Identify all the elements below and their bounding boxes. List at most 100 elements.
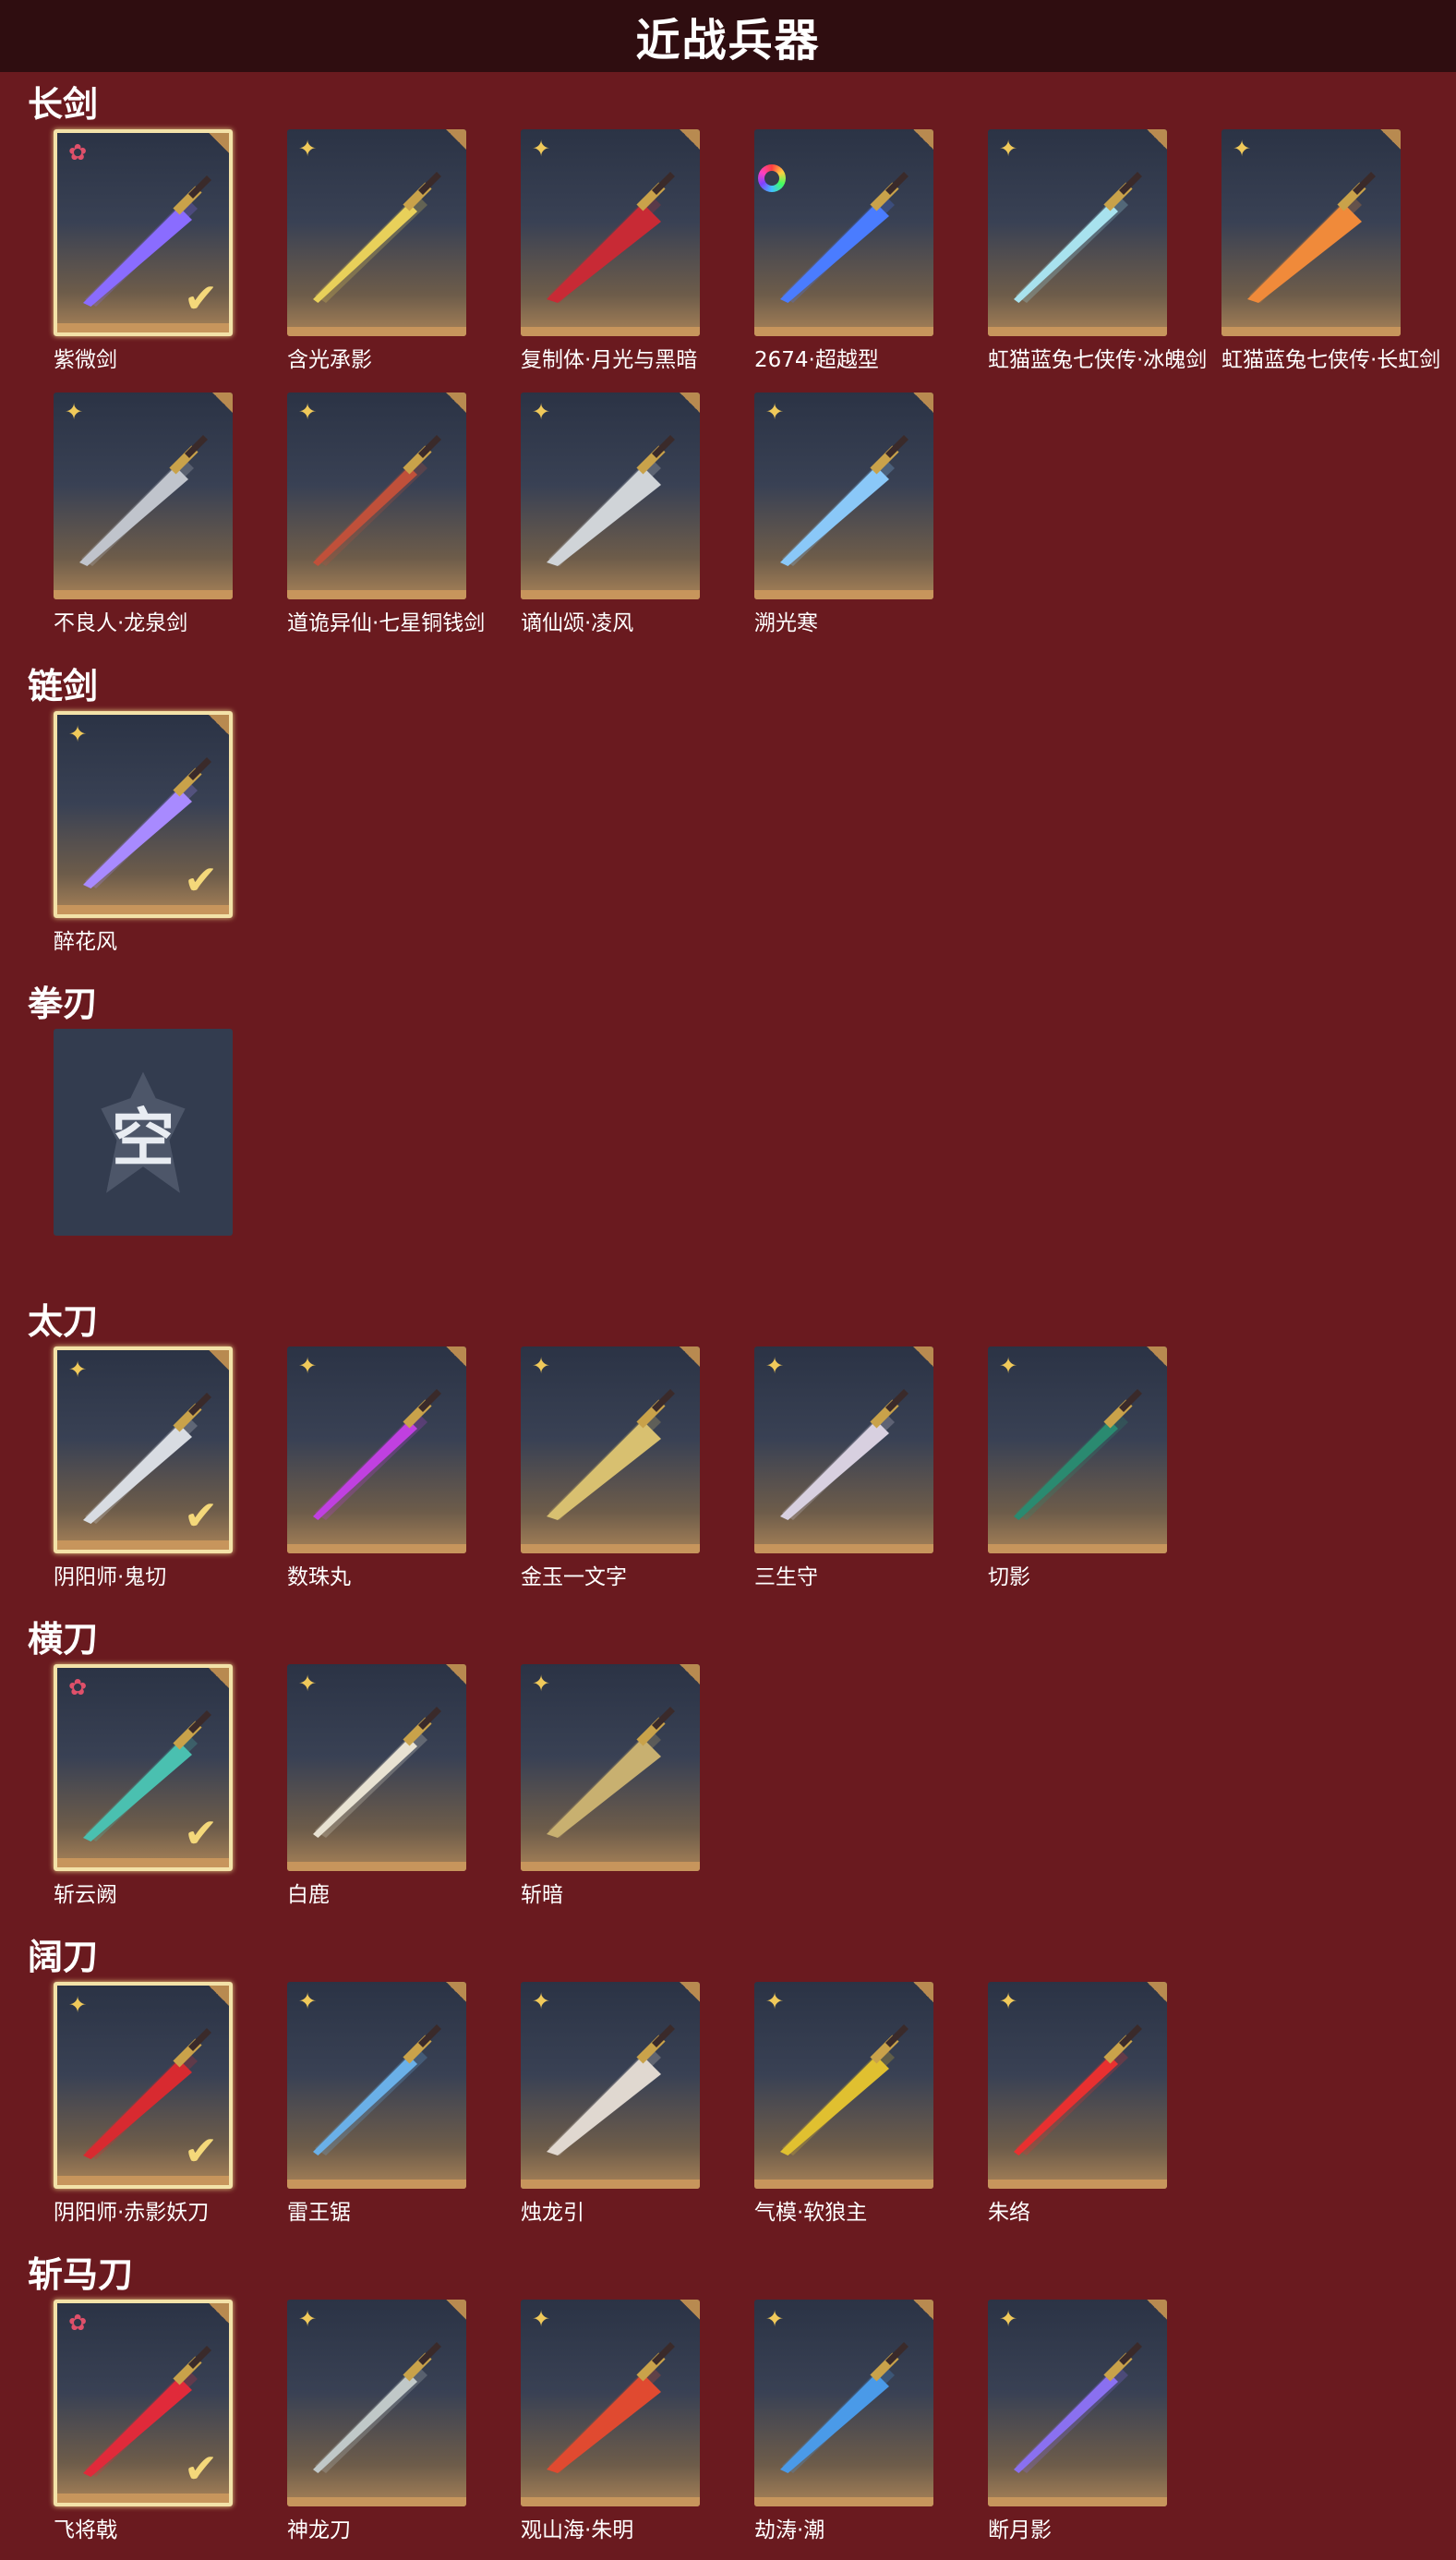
gold-star-icon: ✦ (531, 399, 551, 425)
weapon-image (1014, 2342, 1142, 2473)
weapon-name: 醉花风 (54, 930, 117, 954)
weapon-image (780, 435, 908, 566)
weapon-name: 溯光寒 (754, 611, 818, 635)
weapon-name: 复制体·月光与黑暗 (521, 348, 698, 372)
weapon-image (313, 435, 441, 566)
weapon-card[interactable]: ✦ (287, 392, 466, 599)
gold-star-icon: ✦ (531, 1671, 551, 1697)
weapon-card[interactable]: ✦ (754, 1982, 933, 2189)
weapon-card[interactable]: ✦ (1221, 129, 1401, 336)
weapon-image (313, 2024, 441, 2155)
weapon-card[interactable]: ✦ (521, 129, 700, 336)
corner-tab-icon (680, 2300, 700, 2320)
weapon-card[interactable]: ✦ (988, 2300, 1167, 2506)
weapon-name: 斩云阙 (54, 1883, 117, 1907)
weapon-image (780, 172, 908, 303)
corner-tab-icon (680, 1982, 700, 2002)
corner-tab-icon (209, 133, 229, 153)
weapon-card[interactable]: ✦ (988, 1346, 1167, 1553)
weapon-card[interactable]: ✦ (754, 1346, 933, 1553)
weapon-card[interactable]: ✦ (287, 1664, 466, 1871)
gold-star-icon: ✦ (531, 2306, 551, 2332)
red-star-icon: ✿ (67, 139, 88, 165)
corner-tab-icon (913, 392, 933, 413)
section-title: 横刀 (28, 1619, 99, 1660)
weapon-card[interactable]: ✦ ✔ (54, 1346, 233, 1553)
gold-star-icon: ✦ (67, 1992, 88, 2018)
weapon-name: 朱络 (988, 2201, 1030, 2225)
gold-star-icon: ✦ (764, 1988, 785, 2014)
weapon-name: 白鹿 (287, 1883, 330, 1907)
equipped-check-icon: ✔ (184, 857, 218, 904)
weapon-card[interactable]: ✿ ✔ (54, 1664, 233, 1871)
weapon-name: 数珠丸 (287, 1565, 351, 1589)
gold-star-icon: ✦ (531, 1988, 551, 2014)
corner-tab-icon (209, 1350, 229, 1371)
weapon-card[interactable]: ✦ (521, 2300, 700, 2506)
weapon-name: 神龙刀 (287, 2518, 351, 2542)
gold-star-icon: ✦ (297, 136, 318, 162)
weapon-card[interactable]: ✿ ✔ (54, 129, 233, 336)
empty-slot[interactable]: 空 (54, 1029, 233, 1236)
equipped-check-icon: ✔ (184, 2445, 218, 2493)
weapon-image (780, 2342, 908, 2473)
weapon-name: 紫微剑 (54, 348, 117, 372)
corner-tab-icon (680, 129, 700, 150)
equipped-check-icon: ✔ (184, 1810, 218, 1857)
weapon-image (1014, 2024, 1142, 2155)
weapon-image (780, 1389, 908, 1520)
gold-star-icon: ✦ (531, 1353, 551, 1379)
corner-tab-icon (913, 1982, 933, 2002)
weapon-name: 2674·超越型 (754, 348, 879, 372)
corner-tab-icon (209, 2303, 229, 2324)
weapon-image (313, 1389, 441, 1520)
corner-tab-icon (1147, 129, 1167, 150)
red-star-icon: ✿ (67, 1674, 88, 1700)
weapon-image (313, 1707, 441, 1838)
corner-tab-icon (680, 1664, 700, 1685)
weapon-card[interactable]: ✦ (521, 1346, 700, 1553)
weapon-image (1247, 172, 1376, 303)
weapon-card[interactable]: ✦ (754, 392, 933, 599)
weapon-card[interactable]: ✿ ✔ (54, 2300, 233, 2506)
corner-tab-icon (680, 1346, 700, 1367)
corner-tab-icon (446, 1664, 466, 1685)
weapon-name: 金玉一文字 (521, 1565, 627, 1589)
weapon-image (313, 172, 441, 303)
weapon-card[interactable]: ✦ (287, 1982, 466, 2189)
weapon-name: 不良人·龙泉剑 (54, 611, 188, 635)
weapon-card[interactable]: ✦ (54, 392, 233, 599)
weapon-card[interactable]: ✦ (287, 129, 466, 336)
weapon-card[interactable]: ✦ (988, 1982, 1167, 2189)
weapon-name: 观山海·朱明 (521, 2518, 634, 2542)
corner-tab-icon (446, 1346, 466, 1367)
weapon-card[interactable]: ✦ (521, 392, 700, 599)
weapon-name: 阴阳师·赤影妖刀 (54, 2201, 210, 2225)
weapon-card[interactable]: ✦ (754, 2300, 933, 2506)
gold-star-icon: ✦ (297, 399, 318, 425)
weapon-image (547, 1707, 675, 1838)
corner-tab-icon (913, 2300, 933, 2320)
weapon-card[interactable]: ✦ (988, 129, 1167, 336)
corner-tab-icon (209, 1668, 229, 1688)
weapon-card[interactable]: ✦ ✔ (54, 1982, 233, 2189)
section-title: 拳刃 (28, 984, 99, 1024)
weapon-card[interactable] (754, 129, 933, 336)
weapon-card[interactable]: ✦ (521, 1664, 700, 1871)
weapon-name: 三生守 (754, 1565, 818, 1589)
gold-star-icon: ✦ (764, 2306, 785, 2332)
weapon-card[interactable]: ✦ ✔ (54, 711, 233, 918)
weapon-card[interactable]: ✦ (287, 1346, 466, 1553)
weapon-card[interactable]: ✦ (287, 2300, 466, 2506)
weapon-card[interactable]: ✦ (521, 1982, 700, 2189)
gold-star-icon: ✦ (998, 1988, 1018, 2014)
weapon-name: 虹猫蓝兔七侠传·冰魄剑 (988, 348, 1208, 372)
weapon-name: 虹猫蓝兔七侠传·长虹剑 (1221, 348, 1441, 372)
gold-star-icon: ✦ (297, 1671, 318, 1697)
section-title: 斩马刀 (28, 2254, 134, 2295)
weapon-image (1014, 1389, 1142, 1520)
gold-star-icon: ✦ (998, 2306, 1018, 2332)
corner-tab-icon (209, 1986, 229, 2006)
red-star-icon: ✿ (67, 2310, 88, 2336)
section-title: 太刀 (28, 1301, 99, 1342)
